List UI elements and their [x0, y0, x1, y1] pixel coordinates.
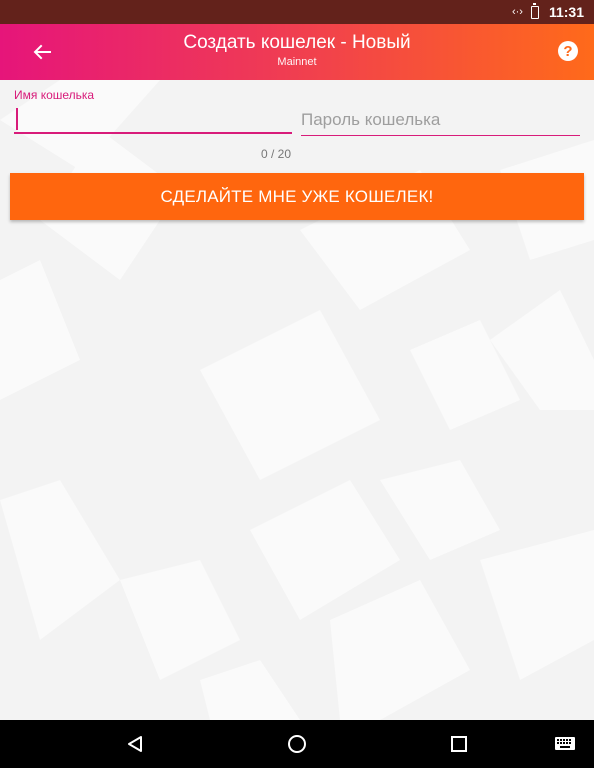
battery-icon [530, 2, 539, 19]
recents-square-icon [451, 736, 467, 752]
nav-home-button[interactable] [277, 720, 317, 768]
home-circle-icon [288, 735, 306, 753]
wallet-name-input[interactable] [14, 104, 292, 134]
network-subtitle: Mainnet [277, 56, 317, 68]
nav-keyboard-button[interactable] [550, 720, 580, 768]
navigation-bar [0, 720, 594, 768]
wallet-password-input[interactable] [301, 104, 580, 136]
character-counter: 0 / 20 [261, 147, 292, 161]
nav-recents-button[interactable] [439, 720, 479, 768]
back-triangle-icon [128, 736, 142, 752]
app-bar: Создать кошелек - Новый Mainnet ? [0, 24, 594, 80]
page-title: Создать кошелек - Новый [183, 32, 411, 53]
app-bar-titles: Создать кошелек - Новый Mainnet [0, 32, 594, 70]
wallet-name-label: Имя кошелька [14, 88, 95, 102]
text-cursor [16, 108, 18, 130]
status-time: 11:31 [548, 4, 584, 20]
nav-back-button[interactable] [115, 720, 155, 768]
help-icon: ? [563, 42, 573, 60]
create-wallet-button[interactable]: СДЕЛАЙТЕ МНЕ УЖЕ КОШЕЛЕК! [10, 173, 584, 220]
data-sync-icon: ‹·› [511, 6, 523, 18]
keyboard-icon [555, 737, 575, 750]
status-bar: ‹·› 11:31 [0, 0, 594, 24]
help-button[interactable]: ? [558, 41, 578, 61]
